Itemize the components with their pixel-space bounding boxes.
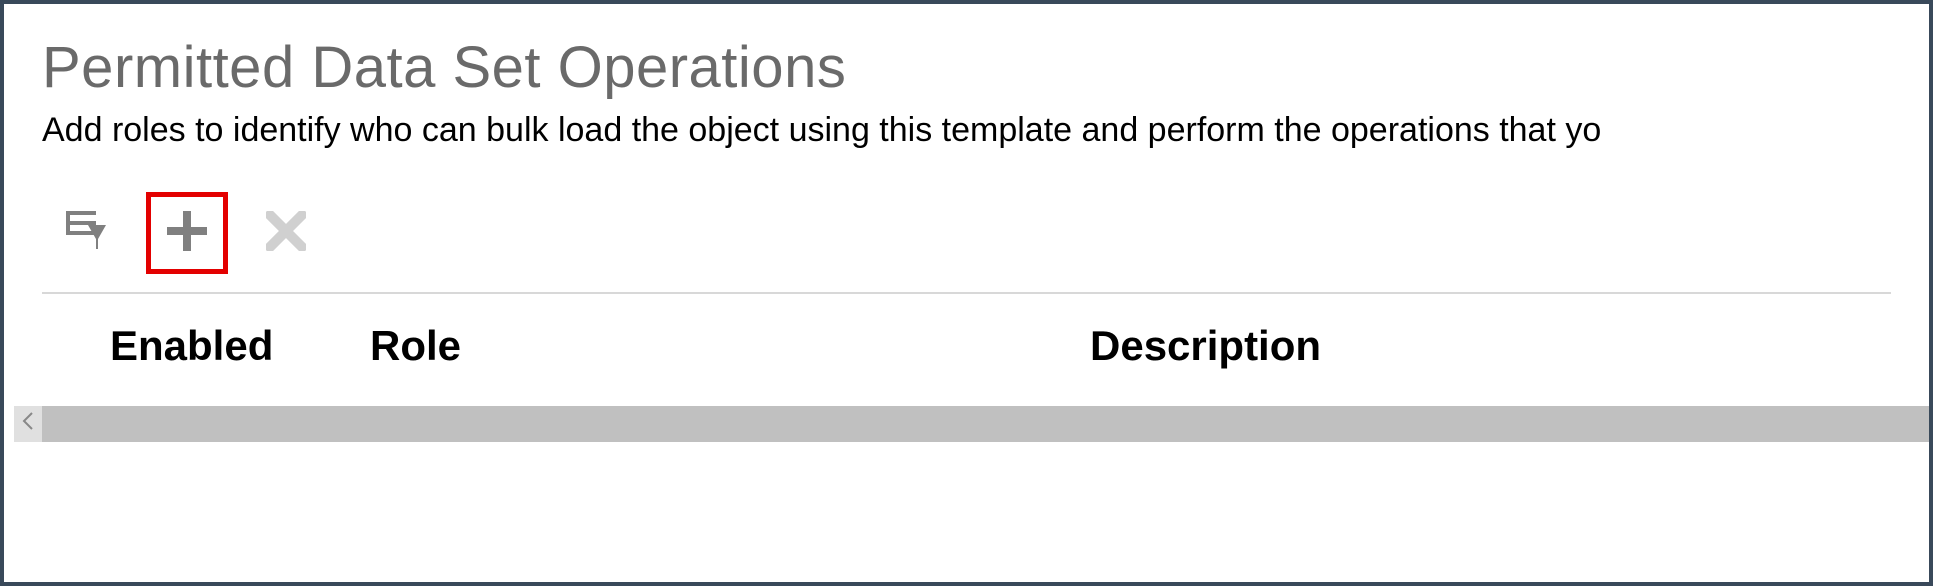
scroll-thumb[interactable]	[42, 406, 1929, 442]
filter-table-icon	[66, 211, 110, 256]
add-row-button[interactable]	[163, 209, 211, 257]
panel-subtitle: Add roles to identify who can bulk load …	[42, 111, 1929, 150]
toolbar	[42, 192, 1891, 294]
panel-title: Permitted Data Set Operations	[42, 34, 1929, 101]
scroll-left-arrow[interactable]	[14, 406, 42, 442]
column-header-enabled[interactable]: Enabled	[110, 322, 370, 370]
query-by-example-button[interactable]	[64, 209, 112, 257]
column-header-description[interactable]: Description	[1090, 322, 1929, 370]
add-button-highlight	[146, 192, 228, 274]
chevron-left-icon	[22, 412, 34, 436]
panel-container: Permitted Data Set Operations Add roles …	[4, 4, 1929, 582]
plus-icon	[165, 209, 209, 258]
close-icon	[266, 211, 306, 256]
column-header-role[interactable]: Role	[370, 322, 1090, 370]
remove-row-button[interactable]	[262, 209, 310, 257]
table-header-row: Enabled Role Description	[42, 294, 1929, 370]
horizontal-scrollbar[interactable]	[14, 406, 1929, 442]
